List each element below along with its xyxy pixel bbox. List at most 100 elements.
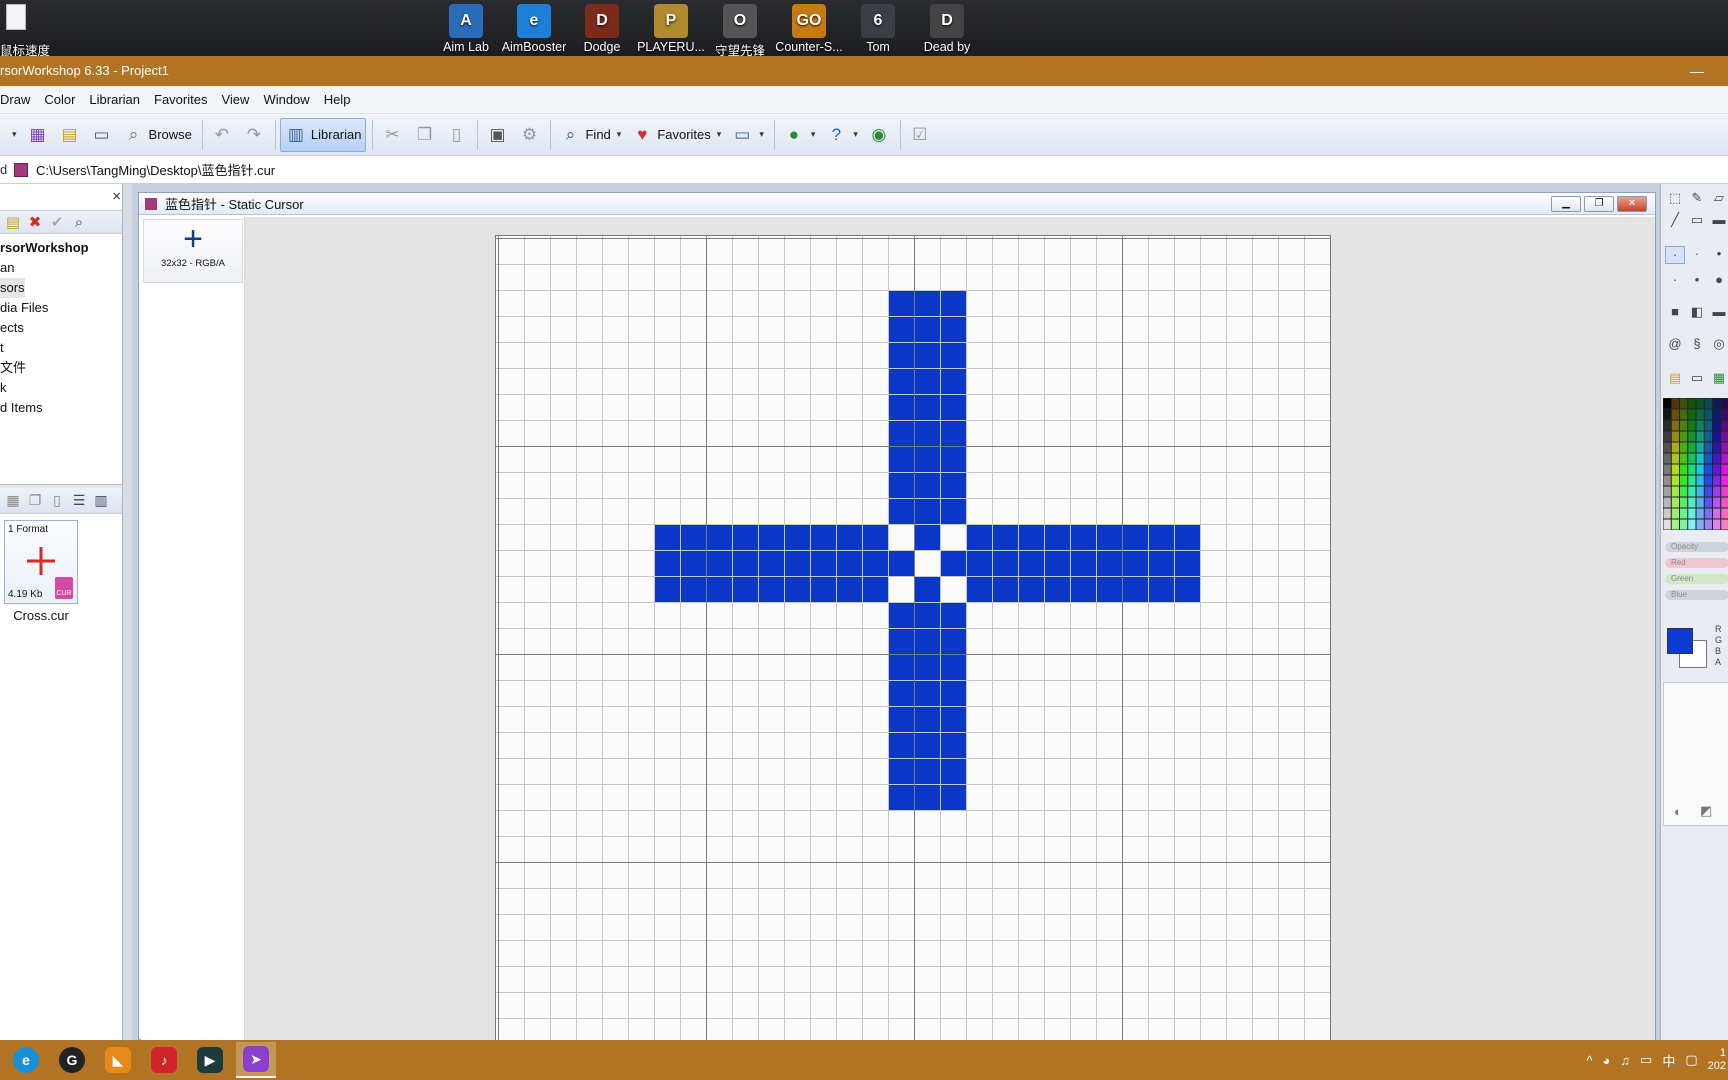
palette-swatch[interactable] bbox=[1688, 420, 1696, 431]
palette-swatch[interactable] bbox=[1688, 442, 1696, 453]
palette-swatch[interactable] bbox=[1671, 453, 1679, 464]
palette-swatch[interactable] bbox=[1671, 420, 1679, 431]
favorites-button[interactable]: ♥ Favorites ▾ bbox=[627, 118, 725, 152]
palette-swatch[interactable] bbox=[1704, 420, 1712, 431]
select-icon[interactable]: ⬚ bbox=[1665, 190, 1685, 208]
palette-swatch[interactable] bbox=[1713, 442, 1721, 453]
palette-swatch[interactable] bbox=[1713, 486, 1721, 497]
chevron-down-icon[interactable]: ▾ bbox=[759, 129, 764, 140]
palette-swatch[interactable] bbox=[1721, 453, 1728, 464]
palette-swatch[interactable] bbox=[1713, 431, 1721, 442]
pixel-grid-canvas[interactable] bbox=[495, 235, 1331, 1051]
spiral-icon[interactable]: @ bbox=[1665, 336, 1685, 354]
palette-swatch[interactable] bbox=[1671, 475, 1679, 486]
palette-swatch[interactable] bbox=[1704, 409, 1712, 420]
desktop-shortcut[interactable]: 6 Tom bbox=[840, 4, 916, 56]
open-palette-icon[interactable]: ▤ bbox=[1665, 370, 1685, 388]
rectangle-icon[interactable]: ▭ bbox=[1687, 212, 1707, 230]
menu-view[interactable]: View bbox=[214, 92, 256, 107]
palette-swatch[interactable] bbox=[1688, 453, 1696, 464]
check-icon[interactable]: ✔ bbox=[46, 213, 68, 231]
red-slider[interactable]: Red bbox=[1665, 558, 1728, 568]
undo-button[interactable]: ↶ bbox=[207, 118, 237, 152]
close-window-button[interactable]: ✕ bbox=[1617, 196, 1647, 212]
palette-swatch[interactable] bbox=[1704, 508, 1712, 519]
palette-swatch[interactable] bbox=[1696, 519, 1704, 530]
brush-size-1-icon[interactable]: · bbox=[1665, 246, 1685, 264]
palette-swatch[interactable] bbox=[1680, 508, 1688, 519]
palette-swatch[interactable] bbox=[1680, 475, 1688, 486]
palette-swatch[interactable] bbox=[1704, 497, 1712, 508]
add-folder-icon[interactable]: ▤ bbox=[2, 213, 24, 231]
palette-swatch[interactable] bbox=[1671, 519, 1679, 530]
palette-swatch[interactable] bbox=[1713, 497, 1721, 508]
cut-button[interactable]: ✂ bbox=[377, 118, 407, 152]
close-pane-button[interactable]: × bbox=[112, 188, 121, 205]
palette-swatch[interactable] bbox=[1704, 442, 1712, 453]
palette-swatch[interactable] bbox=[1680, 519, 1688, 530]
palette-swatch[interactable] bbox=[1680, 420, 1688, 431]
monitor-button[interactable]: ▭ ▾ bbox=[727, 118, 768, 152]
palette-swatch[interactable] bbox=[1688, 475, 1696, 486]
desktop-shortcut[interactable]: O 守望先锋 bbox=[702, 4, 778, 58]
desktop-shortcut[interactable]: D Dead by bbox=[909, 4, 985, 56]
desktop-shortcut[interactable]: e AimBooster bbox=[496, 4, 572, 56]
palette-swatch[interactable] bbox=[1663, 508, 1671, 519]
palette-swatch[interactable] bbox=[1721, 398, 1728, 409]
desktop-shortcut[interactable]: A Aim Lab bbox=[428, 4, 504, 56]
palette-swatch[interactable] bbox=[1721, 508, 1728, 519]
palette-swatch[interactable] bbox=[1696, 453, 1704, 464]
palette-swatch[interactable] bbox=[1688, 497, 1696, 508]
redo-button[interactable]: ↷ bbox=[239, 118, 269, 152]
palette-swatch[interactable] bbox=[1713, 409, 1721, 420]
taskbar-cursorworkshop[interactable]: ➤ bbox=[236, 1042, 276, 1078]
tree-item[interactable]: d Items bbox=[0, 398, 131, 418]
palette-swatch[interactable] bbox=[1663, 431, 1671, 442]
opacity-slider[interactable]: Opacity bbox=[1665, 542, 1728, 552]
palette-swatch[interactable] bbox=[1680, 398, 1688, 409]
line-icon[interactable]: ╱ bbox=[1665, 212, 1685, 230]
palette-swatch[interactable] bbox=[1688, 508, 1696, 519]
menu-color[interactable]: Color bbox=[37, 92, 82, 107]
network-icon[interactable]: ▭ bbox=[1640, 1052, 1652, 1068]
librarian-button[interactable]: ▥ Librarian bbox=[279, 117, 367, 152]
palette-swatch[interactable] bbox=[1671, 409, 1679, 420]
palette-swatch[interactable] bbox=[1680, 409, 1688, 420]
solid-fill-icon[interactable]: ■ bbox=[1665, 304, 1685, 322]
file-name[interactable]: Cross.cur bbox=[0, 608, 82, 623]
palette-swatch[interactable] bbox=[1721, 464, 1728, 475]
update-button[interactable]: ◉ bbox=[864, 118, 894, 152]
palette-swatch[interactable] bbox=[1721, 475, 1728, 486]
palette-swatch[interactable] bbox=[1663, 519, 1671, 530]
tree-item-root[interactable]: rsorWorkshop bbox=[0, 238, 131, 258]
clock[interactable]: 1 202 bbox=[1708, 1047, 1726, 1073]
brush-size-6-icon[interactable]: ● bbox=[1709, 272, 1728, 290]
palette-swatch[interactable] bbox=[1721, 486, 1728, 497]
copy-button[interactable]: ❐ bbox=[409, 118, 439, 152]
palette-swatch[interactable] bbox=[1671, 508, 1679, 519]
help-button[interactable]: ? ▾ bbox=[821, 118, 862, 152]
tree-item[interactable]: t bbox=[0, 338, 131, 358]
menu-librarian[interactable]: Librarian bbox=[82, 92, 147, 107]
palette-swatch[interactable] bbox=[1696, 431, 1704, 442]
file-path[interactable]: C:\Users\TangMing\Desktop\蓝色指针.cur bbox=[36, 160, 275, 179]
palette-swatch[interactable] bbox=[1663, 453, 1671, 464]
palette-swatch[interactable] bbox=[1696, 464, 1704, 475]
palette-swatch[interactable] bbox=[1663, 464, 1671, 475]
green-slider[interactable]: Green bbox=[1665, 574, 1728, 584]
blue-slider[interactable]: Blue bbox=[1665, 590, 1728, 600]
web-button[interactable]: ● ▾ bbox=[779, 118, 820, 152]
chevron-down-icon[interactable]: ▾ bbox=[811, 129, 816, 140]
palette-swatch[interactable] bbox=[1688, 409, 1696, 420]
save-palette-icon[interactable]: ▭ bbox=[1687, 370, 1707, 388]
open-button[interactable]: ▤ bbox=[55, 118, 85, 152]
taskbar-edge[interactable]: e bbox=[6, 1042, 46, 1078]
palette-swatch[interactable] bbox=[1663, 409, 1671, 420]
add-palette-icon[interactable]: ▦ bbox=[1709, 370, 1728, 388]
palette-swatch[interactable] bbox=[1721, 519, 1728, 530]
taskbar-app-g[interactable]: G bbox=[52, 1042, 92, 1078]
brush-size-4-icon[interactable]: · bbox=[1665, 272, 1685, 290]
desktop-shortcut[interactable]: P PLAYERU... bbox=[633, 4, 709, 56]
restore-window-button[interactable]: ❐ bbox=[1584, 196, 1614, 212]
palette-swatch[interactable] bbox=[1704, 464, 1712, 475]
